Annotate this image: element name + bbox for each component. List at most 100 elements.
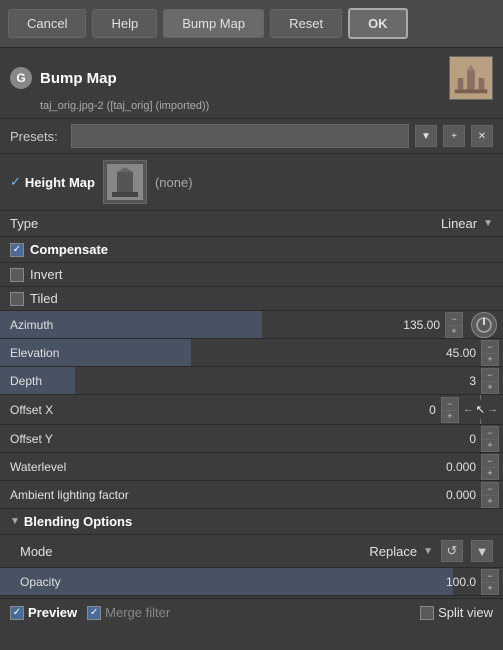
depth-increment[interactable]: +	[481, 381, 499, 394]
invert-label: Invert	[30, 267, 63, 282]
offset-y-value: 0	[469, 432, 476, 446]
bumpmap-button[interactable]: Bump Map	[163, 9, 264, 38]
offset-y-spinners: − +	[481, 426, 499, 452]
mode-reset-button[interactable]: ↺	[441, 540, 463, 562]
azimuth-row: Azimuth 135.00 − +	[0, 311, 503, 339]
elevation-decrement[interactable]: −	[481, 340, 499, 353]
depth-spinners: − +	[481, 368, 499, 394]
tiled-row: Tiled	[0, 287, 503, 311]
help-button[interactable]: Help	[92, 9, 157, 38]
presets-select[interactable]	[71, 124, 409, 148]
mode-controls: Replace ▼ ↺ ▼	[369, 540, 493, 562]
heightmap-checkmark: ✓	[10, 174, 21, 190]
merge-filter-label: Merge filter	[105, 605, 170, 620]
azimuth-decrement[interactable]: −	[445, 312, 463, 325]
split-view-checkbox[interactable]	[420, 606, 434, 620]
presets-add-button[interactable]: +	[443, 125, 465, 147]
offset-x-row: Offset X 0 − + ↑ ← ↖ → ↓	[0, 395, 503, 425]
cancel-button[interactable]: Cancel	[8, 9, 86, 38]
elevation-row: Elevation 45.00 − +	[0, 339, 503, 367]
type-dropdown-arrow: ▼	[483, 218, 493, 229]
arrow-up-icon: ↑	[478, 395, 484, 403]
presets-label: Presets:	[10, 129, 65, 144]
tiled-label: Tiled	[30, 291, 58, 306]
presets-dropdown-arrow[interactable]: ▼	[415, 125, 437, 147]
depth-decrement[interactable]: −	[481, 368, 499, 381]
opacity-spinners: − +	[481, 569, 499, 595]
azimuth-circular-control[interactable]	[471, 312, 497, 338]
elevation-label: Elevation	[0, 346, 130, 360]
cursor-icon: ↖	[476, 403, 485, 416]
elevation-increment[interactable]: +	[481, 353, 499, 366]
split-view-label: Split view	[438, 605, 493, 620]
mode-select[interactable]: Replace ▼	[369, 544, 433, 559]
opacity-decrement[interactable]: −	[481, 569, 499, 582]
azimuth-increment[interactable]: +	[445, 325, 463, 338]
footer: ✓ Preview ✓ Merge filter Split view	[0, 598, 503, 626]
type-select-wrap[interactable]: Linear ▼	[441, 216, 493, 231]
offset-x-decrement[interactable]: −	[441, 397, 459, 410]
mode-dropdown-arrow: ▼	[423, 546, 433, 557]
invert-row: Invert	[0, 263, 503, 287]
offset-y-decrement[interactable]: −	[481, 426, 499, 439]
type-label: Type	[10, 216, 38, 231]
opacity-label: Opacity	[10, 575, 140, 589]
preview-checkbox[interactable]: ✓	[10, 606, 24, 620]
ambient-row: Ambient lighting factor 0.000 − +	[0, 481, 503, 509]
waterlevel-increment[interactable]: +	[481, 467, 499, 480]
arrow-left-icon: ←	[463, 403, 474, 416]
waterlevel-decrement[interactable]: −	[481, 454, 499, 467]
depth-label: Depth	[0, 374, 130, 388]
offset-y-row: Offset Y 0 − +	[0, 425, 503, 453]
type-value: Linear	[441, 216, 477, 231]
arrow-down-icon: ↓	[478, 416, 484, 425]
ambient-spinners: − +	[481, 482, 499, 508]
preview-wrap: ✓ Preview	[10, 605, 77, 620]
ok-button[interactable]: OK	[348, 8, 408, 39]
merge-filter-checkbox[interactable]: ✓	[87, 606, 101, 620]
offset-x-increment[interactable]: +	[441, 410, 459, 423]
blending-options-section[interactable]: ▼ Blending Options	[0, 509, 503, 535]
image-thumbnail	[449, 56, 493, 100]
type-row: Type Linear ▼	[0, 211, 503, 237]
depth-row: Depth 3 − +	[0, 367, 503, 395]
mode-row: Mode Replace ▼ ↺ ▼	[0, 535, 503, 568]
elevation-spinners: − +	[481, 340, 499, 366]
compensate-row: ✓ Compensate	[0, 237, 503, 263]
heightmap-none-label: (none)	[155, 175, 193, 190]
dialog-title: Bump Map	[40, 70, 117, 87]
azimuth-spinners: − +	[445, 312, 463, 338]
heightmap-label: Height Map	[25, 175, 95, 190]
offset-y-increment[interactable]: +	[481, 439, 499, 452]
header: G Bump Map taj_orig.jpg-2 ([taj_orig] (i…	[0, 48, 503, 119]
opacity-value: 100.0	[446, 575, 476, 589]
gimp-logo: G	[10, 67, 32, 89]
elevation-value: 45.00	[446, 346, 476, 360]
heightmap-section: ✓ Height Map (none)	[0, 154, 503, 211]
blending-options-label: Blending Options	[24, 514, 132, 529]
compensate-label: Compensate	[30, 242, 108, 257]
heightmap-thumbnail[interactable]	[103, 160, 147, 204]
waterlevel-spinners: − +	[481, 454, 499, 480]
opacity-increment[interactable]: +	[481, 582, 499, 595]
ambient-decrement[interactable]: −	[481, 482, 499, 495]
presets-remove-button[interactable]: ✕	[471, 125, 493, 147]
blending-options-toggle-icon: ▼	[10, 516, 20, 527]
offset-x-spinners: − +	[441, 397, 459, 423]
heightmap-toggle[interactable]: ✓ Height Map	[10, 174, 95, 190]
offset-y-label: Offset Y	[0, 432, 130, 446]
opacity-row: Opacity 100.0 − +	[0, 568, 503, 596]
preview-label: Preview	[28, 605, 77, 620]
mode-extra-button[interactable]: ▼	[471, 540, 493, 562]
compensate-checkbox[interactable]: ✓	[10, 243, 24, 257]
tiled-checkbox[interactable]	[10, 292, 24, 306]
image-subtitle: taj_orig.jpg-2 ([taj_orig] (imported))	[40, 100, 493, 112]
invert-checkbox[interactable]	[10, 268, 24, 282]
offset-x-value: 0	[429, 403, 436, 417]
waterlevel-label: Waterlevel	[0, 460, 130, 474]
reset-button[interactable]: Reset	[270, 9, 342, 38]
depth-value: 3	[469, 374, 476, 388]
merge-filter-wrap: ✓ Merge filter	[87, 605, 170, 620]
ambient-value: 0.000	[446, 488, 476, 502]
ambient-increment[interactable]: +	[481, 495, 499, 508]
